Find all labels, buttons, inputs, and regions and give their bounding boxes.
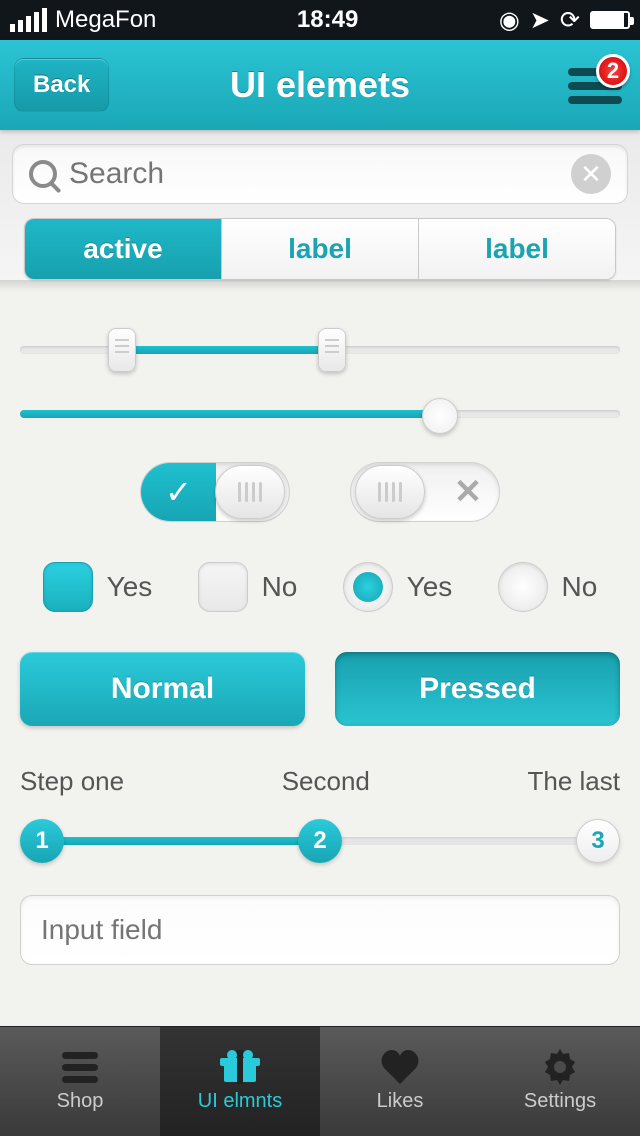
gear-icon [540,1050,580,1084]
pressed-button[interactable]: Pressed [335,652,620,726]
step-1[interactable]: 1 [20,819,64,863]
tab-label-shop: Shop [57,1090,104,1113]
checkbox-checked[interactable] [43,562,93,612]
segment-label-2[interactable]: label [419,219,615,279]
tab-bar: Shop UI elmnts Likes Settings [0,1026,640,1136]
menu-button[interactable]: 2 [568,68,622,104]
tab-shop[interactable]: Shop [0,1027,160,1136]
radio-label-no: No [562,571,598,603]
status-bar: MegaFon 18:49 ◉ ➤ ⟳ [0,0,640,40]
tab-likes[interactable]: Likes [320,1027,480,1136]
back-button[interactable]: Back [14,58,109,112]
checkbox-label-yes: Yes [107,571,153,603]
segmented-control: active label label [24,218,616,280]
tab-label-likes: Likes [377,1090,424,1113]
alarm-icon: ◉ [499,6,520,35]
check-icon: ✓ [141,463,216,521]
battery-icon [590,11,630,29]
signal-icon [10,8,47,32]
search-input[interactable] [57,157,571,191]
radio-label-yes: Yes [407,571,453,603]
text-input[interactable] [20,895,620,965]
carrier-label: MegaFon [55,6,156,34]
nav-bar: Back UI elemets 2 [0,40,640,130]
page-title: UI elemets [230,64,410,106]
toggle-on[interactable]: ✓ [140,462,290,522]
slider[interactable] [20,398,620,428]
location-icon: ➤ [530,6,550,35]
clear-search-button[interactable]: ✕ [571,154,611,194]
tab-label-settings: Settings [524,1090,596,1113]
tab-settings[interactable]: Settings [480,1027,640,1136]
toggle-off[interactable]: ✕ [350,462,500,522]
step-label-1: Step one [20,766,124,797]
tab-label-ui: UI elmnts [198,1090,282,1113]
range-slider[interactable] [20,334,620,364]
list-icon [60,1050,100,1084]
notification-badge: 2 [596,54,630,88]
rotation-lock-icon: ⟳ [560,6,580,35]
clock: 18:49 [297,6,358,34]
step-progress: 1 2 3 [20,815,620,865]
search-icon [29,160,57,188]
segment-label-1[interactable]: label [222,219,419,279]
range-thumb-high[interactable] [318,328,346,372]
normal-button[interactable]: Normal [20,652,305,726]
step-2[interactable]: 2 [298,819,342,863]
gift-icon [220,1050,260,1084]
segment-active[interactable]: active [25,219,222,279]
checkbox-label-no: No [262,571,298,603]
search-field[interactable]: ✕ [12,144,628,204]
x-icon: ✕ [443,463,493,521]
slider-thumb[interactable] [422,398,458,434]
heart-icon [380,1050,420,1084]
step-label-3: The last [528,766,621,797]
range-thumb-low[interactable] [108,328,136,372]
checkbox-unchecked[interactable] [198,562,248,612]
step-3[interactable]: 3 [576,819,620,863]
tab-ui-elements[interactable]: UI elmnts [160,1027,320,1136]
step-label-2: Second [282,766,370,797]
radio-unchecked[interactable] [498,562,548,612]
radio-checked[interactable] [343,562,393,612]
